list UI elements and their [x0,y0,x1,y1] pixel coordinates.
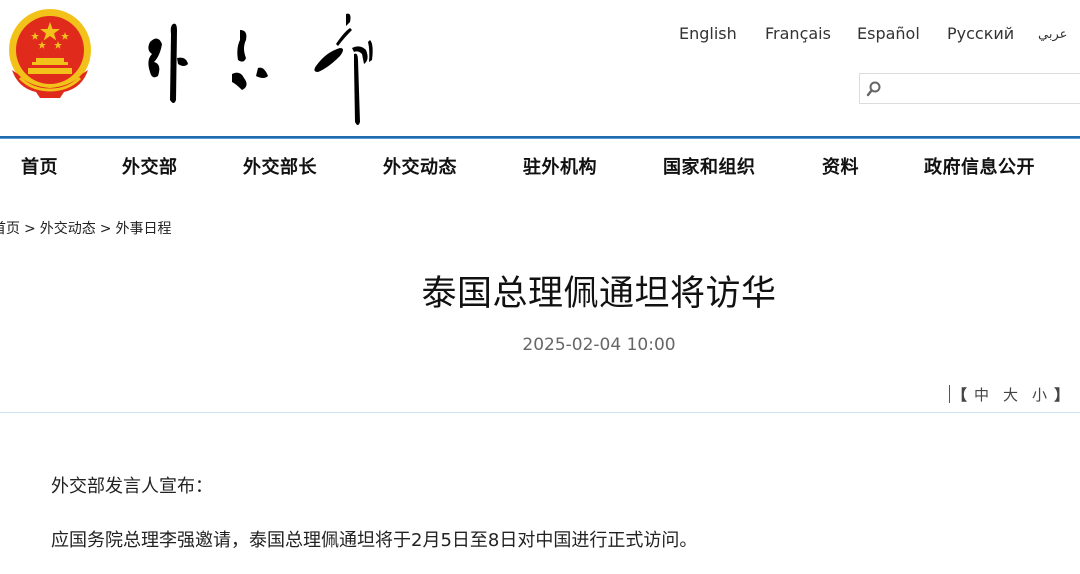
nav-item-minister[interactable]: 外交部长 [243,153,317,179]
breadcrumb-schedule[interactable]: 外事日程 [115,221,171,237]
divider [949,385,950,403]
lang-link-english[interactable]: English [679,24,737,43]
close-bracket: 】 [1054,386,1070,404]
breadcrumb-home[interactable]: 首页 [0,221,20,237]
article-date: 2025-02-04 10:00 [522,335,676,355]
ministry-logo[interactable] [140,4,380,128]
search-box[interactable] [859,73,1080,104]
article-paragraph: 应国务院总理李强邀请，泰国总理佩通坦将于2月5日至8日对中国进行正式访问。 [51,530,698,551]
nav-item-home[interactable]: 首页 [21,153,58,179]
lang-link-russian[interactable]: Русский [947,24,1014,43]
lang-link-french[interactable]: Français [765,24,831,43]
font-size-small-button[interactable]: 小 [1032,384,1047,405]
nav-item-missions-abroad[interactable]: 驻外机构 [523,153,597,179]
search-input[interactable] [886,76,1080,103]
lang-link-spanish[interactable]: Español [857,24,920,43]
open-bracket: 【 [952,386,968,404]
breadcrumb-separator: > [24,221,36,237]
lang-link-arabic[interactable]: عربي [1038,27,1067,42]
breadcrumb: 首页>外交动态>外事日程 [0,218,171,238]
nav-item-government-info[interactable]: 政府信息公开 [924,153,1035,179]
breadcrumb-separator: > [99,221,112,237]
national-emblem-icon[interactable] [6,8,94,100]
nav-item-ministry[interactable]: 外交部 [122,153,178,179]
font-size-large-button[interactable]: 大 [1003,384,1018,405]
content-divider [0,412,1080,413]
breadcrumb-diplomatic-news[interactable]: 外交动态 [40,221,96,237]
article-paragraph: 外交部发言人宣布： [51,476,213,497]
font-size-medium-button[interactable]: 中 [974,384,989,405]
font-size-controls: 【中大小】 [949,384,1069,405]
article-title: 泰国总理佩通坦将访华 [421,274,777,314]
header-divider [0,136,1080,139]
nav-item-resources[interactable]: 资料 [822,153,859,179]
nav-item-countries-organizations[interactable]: 国家和组织 [663,153,756,179]
nav-item-diplomatic-news[interactable]: 外交动态 [383,153,457,179]
search-icon[interactable] [866,80,882,98]
